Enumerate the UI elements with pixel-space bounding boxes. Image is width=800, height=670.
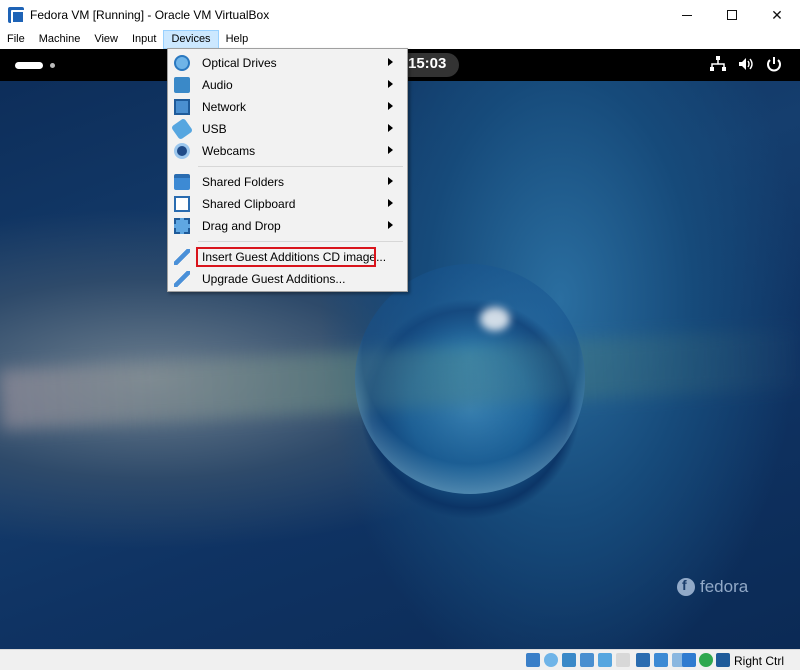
guest-additions-icon: [174, 271, 190, 287]
menu-item-webcams[interactable]: Webcams: [170, 140, 405, 162]
menu-view[interactable]: View: [87, 30, 125, 49]
menu-item-audio[interactable]: Audio: [170, 74, 405, 96]
wallpaper-bubble: [355, 264, 585, 494]
highlight-annotation-box: [196, 247, 376, 267]
menu-input[interactable]: Input: [125, 30, 163, 49]
network-status-icon[interactable]: [580, 653, 594, 667]
menu-item-drag-and-drop[interactable]: Drag and Drop: [170, 215, 405, 237]
submenu-arrow-icon: [388, 124, 393, 132]
menu-item-label: USB: [202, 122, 227, 136]
maximize-icon: [727, 10, 737, 20]
activities-button[interactable]: [15, 62, 43, 69]
hard-disk-status-icon[interactable]: [526, 653, 540, 667]
close-icon: ✕: [771, 6, 783, 23]
submenu-arrow-icon: [388, 58, 393, 66]
mouse-integration-icon[interactable]: [699, 653, 713, 667]
shared-folder-icon: [174, 174, 190, 190]
menu-item-label: Audio: [202, 78, 233, 92]
fedora-logo-icon: [677, 577, 695, 596]
fedora-watermark: fedora: [677, 577, 748, 597]
recording-status-icon[interactable]: [654, 653, 668, 667]
maximize-button[interactable]: [709, 0, 755, 30]
menu-help[interactable]: Help: [219, 30, 256, 49]
menu-file[interactable]: File: [0, 30, 32, 49]
clock-text: 15:03: [408, 55, 447, 72]
minimize-icon: [682, 14, 692, 16]
menu-separator: [198, 241, 403, 242]
wallpaper-glint: [480, 307, 510, 331]
menu-separator: [198, 166, 403, 167]
usb-icon: [170, 117, 194, 141]
vt-x-status-icon[interactable]: [682, 653, 696, 667]
close-button[interactable]: ✕: [754, 0, 800, 30]
volume-icon[interactable]: [736, 55, 756, 75]
menu-item-shared-clipboard[interactable]: Shared Clipboard: [170, 193, 405, 215]
usb-status-icon[interactable]: [598, 653, 612, 667]
status-bar: Right Ctrl: [0, 649, 800, 670]
menu-item-label: Shared Clipboard: [202, 197, 296, 211]
menu-item-label: Webcams: [202, 144, 256, 158]
submenu-arrow-icon: [388, 80, 393, 88]
audio-icon: [174, 77, 190, 93]
menu-item-label: Shared Folders: [202, 175, 285, 189]
submenu-arrow-icon: [388, 177, 393, 185]
guest-additions-icon: [174, 249, 190, 265]
display-status-icon[interactable]: [636, 653, 650, 667]
menu-item-label: Drag and Drop: [202, 219, 281, 233]
devices-dropdown-menu: Optical Drives Audio Network USB Webcams…: [167, 48, 408, 292]
webcam-icon: [174, 143, 190, 159]
menu-devices[interactable]: Devices: [163, 30, 219, 49]
drag-drop-icon: [174, 218, 190, 234]
optical-disc-icon: [174, 55, 190, 71]
menu-item-network[interactable]: Network: [170, 96, 405, 118]
menu-item-label: Network: [202, 100, 247, 114]
menu-bar: File Machine View Input Devices Help: [0, 30, 800, 49]
submenu-arrow-icon: [388, 221, 393, 229]
title-bar: Fedora VM [Running] - Oracle VM VirtualB…: [0, 0, 800, 30]
submenu-arrow-icon: [388, 102, 393, 110]
submenu-arrow-icon: [388, 146, 393, 154]
shared-folders-status-icon[interactable]: [616, 653, 630, 667]
virtualbox-app-icon: [8, 7, 25, 24]
menu-item-upgrade-guest-additions[interactable]: Upgrade Guest Additions...: [170, 268, 405, 290]
optical-drive-status-icon[interactable]: [544, 653, 558, 667]
window-title: Fedora VM [Running] - Oracle VM VirtualB…: [30, 8, 270, 22]
network-adapter-icon: [174, 99, 190, 115]
submenu-arrow-icon: [388, 199, 393, 207]
minimize-button[interactable]: [664, 0, 710, 30]
menu-item-optical-drives[interactable]: Optical Drives: [170, 52, 405, 74]
power-icon[interactable]: [764, 55, 784, 75]
menu-item-label: Upgrade Guest Additions...: [202, 272, 346, 286]
host-key-label: Right Ctrl: [734, 654, 785, 668]
menu-item-label: Optical Drives: [202, 56, 277, 70]
menu-machine[interactable]: Machine: [32, 30, 88, 49]
keyboard-capture-icon[interactable]: [716, 653, 730, 667]
fedora-watermark-text: fedora: [700, 577, 749, 596]
menu-item-shared-folders[interactable]: Shared Folders: [170, 171, 405, 193]
audio-status-icon[interactable]: [562, 653, 576, 667]
workspace-indicator: [50, 63, 55, 68]
menu-item-usb[interactable]: USB: [170, 117, 405, 141]
network-icon[interactable]: [708, 55, 728, 75]
clipboard-icon: [174, 196, 190, 212]
